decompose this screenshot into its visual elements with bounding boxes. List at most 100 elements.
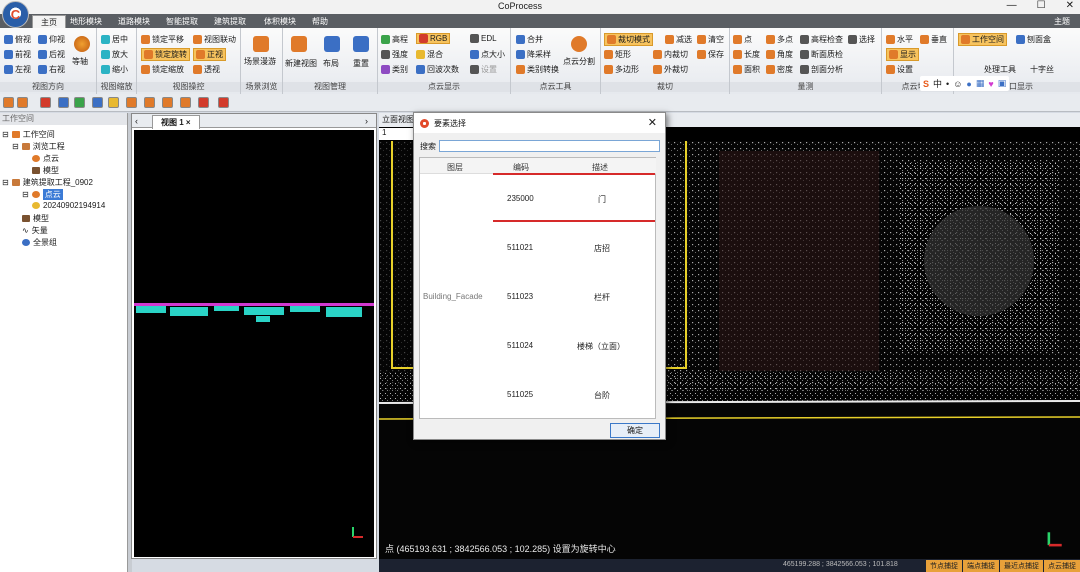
tree-node-building-project[interactable]: ⊟ 建筑提取工程_0902: [2, 177, 93, 188]
tree-node-panorama[interactable]: 全景组: [22, 237, 57, 248]
tree-node-model-2[interactable]: 模型: [22, 213, 49, 224]
btn-left-view[interactable]: 左视: [4, 64, 31, 75]
btn-length[interactable]: 长度: [733, 49, 760, 60]
layer-cell[interactable]: Building_Facade: [423, 292, 483, 301]
btn-show[interactable]: 显示: [886, 48, 919, 61]
btn-intensity[interactable]: 强度: [381, 49, 408, 60]
layout-icon[interactable]: [324, 36, 340, 52]
btn-isometric[interactable]: 等轴: [72, 56, 88, 67]
snap-endpoint[interactable]: 端点捕捉: [963, 560, 999, 572]
btn-inner-crop[interactable]: 内裁切: [653, 49, 688, 60]
btn-section-box[interactable]: 刨面盒: [1016, 34, 1051, 45]
btn-perspective[interactable]: 透视: [193, 64, 220, 75]
chevron-left-icon[interactable]: ‹: [135, 116, 138, 126]
code-cell[interactable]: 511023: [507, 292, 533, 301]
ime-toolbar[interactable]: S 中 • ☺ ● ▦ ♥ ▣: [920, 76, 1010, 91]
btn-workspace[interactable]: 工作空间: [958, 33, 1007, 46]
desc-cell[interactable]: 栏杆: [594, 292, 610, 303]
btn-elev-check[interactable]: 高程检查: [800, 34, 843, 45]
btn-lock-rotate[interactable]: 锁定旋转: [141, 48, 190, 61]
qt-icon-12[interactable]: [198, 97, 209, 108]
btn-view-link[interactable]: 视图联动: [193, 34, 236, 45]
btn-multi-point[interactable]: 多点: [766, 34, 793, 45]
menu-tab-help[interactable]: 帮助: [312, 16, 328, 27]
btn-crop-mode[interactable]: 裁切模式: [604, 33, 653, 46]
btn-right-view[interactable]: 右视: [38, 64, 65, 75]
code-cell[interactable]: 235000: [507, 194, 534, 203]
btn-center[interactable]: 居中: [101, 34, 128, 45]
desc-cell[interactable]: 楼梯（立面）: [577, 341, 625, 352]
btn-zoom-out[interactable]: 缩小: [101, 64, 128, 75]
ime-mic-icon[interactable]: ●: [966, 79, 971, 89]
btn-elevation[interactable]: 高程: [381, 34, 408, 45]
pc-split-icon[interactable]: [571, 36, 587, 52]
btn-scene-roam[interactable]: 场景漫游: [244, 56, 276, 67]
btn-clear[interactable]: 清空: [697, 34, 724, 45]
desc-cell[interactable]: 门: [598, 194, 606, 205]
app-logo-icon[interactable]: C: [2, 1, 29, 28]
minimize-icon[interactable]: —: [1007, 0, 1017, 11]
btn-profile-analysis[interactable]: 剖面分析: [800, 64, 843, 75]
btn-lock-pan[interactable]: 锁定平移: [141, 34, 184, 45]
desc-cell[interactable]: 店招: [594, 243, 610, 254]
code-cell[interactable]: 511024: [507, 341, 533, 350]
btn-reset[interactable]: 重置: [353, 58, 369, 69]
tree-node-vector[interactable]: ∿ 矢量: [22, 225, 48, 236]
btn-merge[interactable]: 合并: [516, 34, 543, 45]
btn-horizontal[interactable]: 水平: [886, 34, 913, 45]
chevron-right-icon[interactable]: ›: [365, 116, 368, 126]
btn-crosshair[interactable]: 十字丝: [1030, 64, 1054, 75]
btn-mix[interactable]: 混合: [416, 49, 443, 60]
btn-lock-zoom[interactable]: 锁定缩放: [141, 64, 184, 75]
qt-icon-2[interactable]: [17, 97, 28, 108]
btn-section-qc[interactable]: 断面质检: [800, 49, 843, 60]
btn-downsample[interactable]: 降采样: [516, 49, 551, 60]
header-desc[interactable]: 描述: [592, 162, 608, 173]
sogou-logo-icon[interactable]: S: [923, 79, 929, 89]
btn-area[interactable]: 面积: [733, 64, 760, 75]
tab-close-icon[interactable]: ×: [186, 118, 191, 127]
close-icon[interactable]: ✕: [648, 116, 657, 129]
btn-save[interactable]: 保存: [697, 49, 724, 60]
btn-density[interactable]: 密度: [766, 64, 793, 75]
new-view-icon[interactable]: [291, 36, 307, 52]
menu-tab-building[interactable]: 建筑提取: [214, 16, 246, 27]
btn-point[interactable]: 点: [733, 34, 752, 45]
menu-tab-home[interactable]: 主页: [32, 15, 66, 28]
btn-process-tools[interactable]: 处理工具: [984, 64, 1016, 75]
ime-punct-icon[interactable]: •: [946, 79, 949, 89]
header-layer[interactable]: 图层: [447, 162, 463, 173]
qt-icon-4[interactable]: [58, 97, 69, 108]
qt-icon-8[interactable]: [126, 97, 137, 108]
btn-vertical[interactable]: 垂直: [920, 34, 947, 45]
btn-pc-settings[interactable]: 设置: [470, 64, 497, 75]
btn-top-view[interactable]: 俯视: [4, 34, 31, 45]
snap-pointcloud[interactable]: 点云捕捉: [1044, 560, 1080, 572]
btn-new-view[interactable]: 新建视图: [285, 58, 317, 69]
qt-icon-1[interactable]: [3, 97, 14, 108]
btn-angle[interactable]: 角度: [766, 49, 793, 60]
tree-node-pointcloud-2[interactable]: ⊟ 点云: [22, 189, 63, 200]
search-input[interactable]: [439, 140, 660, 152]
desc-cell[interactable]: 台阶: [594, 390, 610, 401]
close-icon[interactable]: ✕: [1066, 0, 1074, 11]
qt-icon-3[interactable]: [40, 97, 51, 108]
menu-tab-smart-extract[interactable]: 智能提取: [166, 16, 198, 27]
menu-tab-volume[interactable]: 体积模块: [264, 16, 296, 27]
tree-node-pointcloud-1[interactable]: 点云: [32, 153, 59, 164]
reset-icon[interactable]: [353, 36, 369, 52]
btn-zoom-in[interactable]: 放大: [101, 49, 128, 60]
qt-icon-13[interactable]: [218, 97, 229, 108]
btn-ortho[interactable]: 正视: [193, 48, 226, 61]
globe-icon[interactable]: [74, 36, 90, 52]
code-cell[interactable]: 511025: [507, 390, 533, 399]
btn-subtract[interactable]: 减选: [665, 34, 692, 45]
ime-keyboard-icon[interactable]: ▦: [976, 78, 985, 89]
header-code[interactable]: 编码: [513, 162, 529, 173]
scene-roam-icon[interactable]: [253, 36, 269, 52]
view-1-canvas[interactable]: [134, 130, 374, 557]
tree-node-root[interactable]: ⊟ 工作空间: [2, 129, 55, 140]
tab-view-1[interactable]: 视图 1 ×: [152, 115, 200, 129]
qt-icon-10[interactable]: [162, 97, 173, 108]
btn-class-convert[interactable]: 类别转换: [516, 64, 559, 75]
